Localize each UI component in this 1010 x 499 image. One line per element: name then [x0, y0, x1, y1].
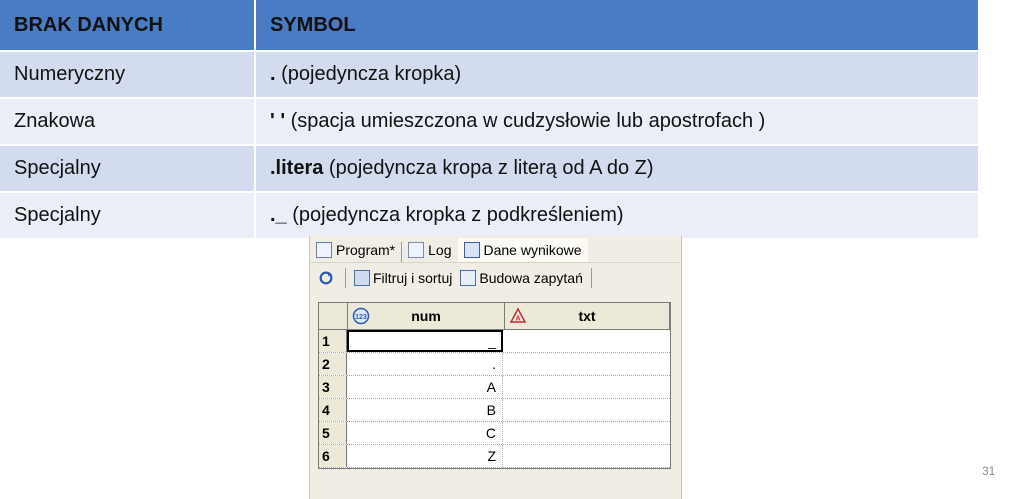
log-icon: [408, 242, 425, 258]
table-row: Specjalny ._ (pojedyncza kropka z podkre…: [0, 193, 978, 240]
cell-num[interactable]: _: [347, 330, 503, 352]
program-icon: [316, 242, 332, 258]
query-builder-icon: [460, 270, 477, 286]
svg-text:A: A: [515, 316, 520, 323]
cell-txt[interactable]: [503, 353, 667, 375]
table-row: Specjalny .litera (pojedyncza kropa z li…: [0, 146, 978, 193]
table-row: 6 Z: [319, 445, 670, 468]
row-number[interactable]: 5: [319, 422, 347, 444]
table-header-row: BRAK DANYCH SYMBOL: [0, 0, 978, 52]
table-row: Znakowa ' ' (spacja umieszczona w cudzys…: [0, 99, 978, 146]
tab-results[interactable]: Dane wynikowe: [457, 238, 588, 262]
table-row: 2 .: [319, 353, 670, 376]
missing-symbol: ' ' (spacja umieszczona w cudzysłowie lu…: [256, 99, 978, 144]
filter-label: Filtruj i sortuj: [373, 270, 453, 286]
row-number[interactable]: 1: [319, 330, 347, 352]
toolbar-divider: [590, 268, 592, 288]
window-tabs: Program* Log Dane wynikowe: [310, 236, 681, 262]
missing-type: Znakowa: [0, 99, 256, 144]
missing-data-table: BRAK DANYCH SYMBOL Numeryczny . (pojedyn…: [0, 0, 978, 240]
row-number[interactable]: 6: [319, 445, 347, 467]
table-row: 4 B: [319, 399, 670, 422]
cell-num[interactable]: C: [347, 422, 503, 444]
data-table-icon: [463, 242, 480, 258]
missing-type: Numeryczny: [0, 52, 256, 97]
cell-txt[interactable]: [503, 445, 667, 467]
filter-icon: [354, 270, 370, 286]
missing-type: Specjalny: [0, 146, 256, 191]
cell-num[interactable]: A: [347, 376, 503, 398]
row-number[interactable]: 2: [319, 353, 347, 375]
missing-symbol: .litera (pojedyncza kropa z literą od A …: [256, 146, 978, 191]
header-missing-data: BRAK DANYCH: [0, 0, 256, 50]
cell-num[interactable]: Z: [347, 445, 503, 467]
toolbar: Filtruj i sortuj Budowa zapytań: [310, 262, 681, 293]
refresh-button[interactable]: [318, 270, 337, 286]
column-label: txt: [578, 308, 596, 324]
tab-label: Program*: [336, 242, 396, 258]
missing-type: Specjalny: [0, 193, 256, 238]
symbol-bold: ' ': [270, 110, 286, 132]
cell-txt[interactable]: [503, 330, 667, 352]
symbol-bold: ._: [270, 204, 287, 226]
cell-txt[interactable]: [503, 422, 667, 444]
data-grid: 123 num A txt 1 _ 2 . 3 A 4 B 5 C 6 Z: [318, 302, 671, 469]
toolbar-divider: [345, 268, 346, 288]
header-symbol: SYMBOL: [270, 13, 356, 36]
symbol-desc: (pojedyncza kropka z podkreśleniem): [286, 204, 624, 226]
sas-results-window: Program* Log Dane wynikowe Filtruj i sor…: [309, 236, 682, 499]
query-builder-button[interactable]: Budowa zapytań: [460, 270, 583, 286]
row-number[interactable]: 3: [319, 376, 347, 398]
page-number: 31: [982, 464, 996, 478]
symbol-desc: (pojedyncza kropa z literą od A do Z): [323, 157, 654, 179]
cell-num[interactable]: B: [347, 399, 503, 421]
symbol-desc: (spacja umieszczona w cudzysłowie lub ap…: [285, 110, 766, 132]
filter-sort-button[interactable]: Filtruj i sortuj: [354, 270, 452, 286]
table-row: 5 C: [319, 422, 670, 445]
table-row: Numeryczny . (pojedyncza kropka): [0, 52, 978, 99]
symbol-desc: (pojedyncza kropka): [275, 63, 462, 85]
numeric-column-icon: 123: [352, 307, 370, 325]
tab-label: Dane wynikowe: [483, 242, 582, 258]
missing-symbol: . (pojedyncza kropka): [256, 52, 978, 97]
tab-label: Log: [428, 242, 452, 258]
symbol-bold: .litera: [270, 157, 324, 179]
character-column-icon: A: [509, 307, 527, 323]
svg-text:123: 123: [355, 314, 367, 321]
row-number[interactable]: 4: [319, 399, 347, 421]
cell-txt[interactable]: [503, 376, 667, 398]
grid-header: 123 num A txt: [319, 303, 670, 330]
tab-program[interactable]: Program*: [310, 238, 401, 262]
table-row: 3 A: [319, 376, 670, 399]
column-label: num: [411, 308, 441, 324]
query-label: Budowa zapytań: [479, 270, 583, 286]
grid-corner[interactable]: [319, 303, 348, 329]
refresh-icon: [319, 271, 333, 285]
cell-txt[interactable]: [503, 399, 667, 421]
missing-symbol: ._ (pojedyncza kropka z podkreśleniem): [256, 193, 978, 238]
column-header-num[interactable]: 123 num: [348, 303, 505, 329]
column-header-txt[interactable]: A txt: [505, 303, 670, 329]
table-row: 1 _: [319, 330, 670, 353]
tab-log[interactable]: Log: [402, 238, 457, 262]
cell-num[interactable]: .: [347, 353, 503, 375]
